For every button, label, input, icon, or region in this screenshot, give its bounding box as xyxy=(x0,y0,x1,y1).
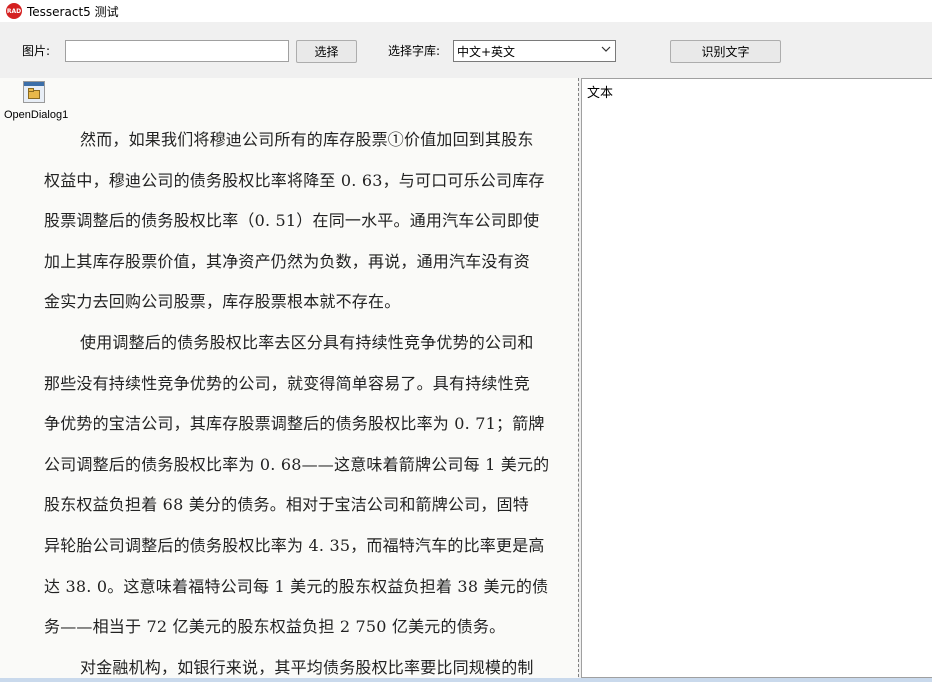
page-line: 达 38. 0。这意味着福特公司每 1 美元的股东权益负担着 38 美元的债 xyxy=(44,576,549,596)
chevron-down-icon xyxy=(601,46,611,52)
page-line: 公司调整后的债务股权比率为 0. 68——这意味着箭牌公司每 1 美元的 xyxy=(44,454,550,474)
page-line: 那些没有持续性竞争优势的公司，就变得简单容易了。具有持续性竞 xyxy=(44,373,531,393)
language-selected-value: 中文+英文 xyxy=(457,44,516,59)
toolbar: 图片: 选择 选择字库: 中文+英文 识别文字 xyxy=(0,22,932,78)
result-text-memo[interactable]: 文本 xyxy=(581,78,932,678)
main-window: RAD Tesseract5 测试 图片: 选择 选择字库: 中文+英文 识别文… xyxy=(0,0,932,682)
bottom-border xyxy=(0,678,932,682)
window-title: Tesseract5 测试 xyxy=(27,4,119,19)
recognize-text-button[interactable]: 识别文字 xyxy=(670,40,781,63)
language-label: 选择字库: xyxy=(388,44,441,58)
title-bar: RAD Tesseract5 测试 xyxy=(0,0,932,22)
page-line: 异轮胎公司调整后的债务股权比率为 4. 35，而福特汽车的比率更是高 xyxy=(44,535,545,555)
open-dialog-icon[interactable] xyxy=(23,81,45,103)
page-line: 股东权益负担着 68 美分的债务。相对于宝洁公司和箭牌公司，固特 xyxy=(44,495,529,515)
page-line: 争优势的宝洁公司，其库存股票调整后的债务股权比率为 0. 71；箭牌 xyxy=(44,414,545,434)
image-path-input[interactable] xyxy=(65,40,289,62)
choose-image-button[interactable]: 选择 xyxy=(296,40,357,63)
image-label: 图片: xyxy=(22,44,51,58)
page-line: 对金融机构，如银行来说，其平均债务股权比率要比同规模的制 xyxy=(80,657,534,677)
page-line: 权益中，穆迪公司的债务股权比率将降至 0. 63，与可口可乐公司库存 xyxy=(44,170,545,190)
page-line: 使用调整后的债务股权比率去区分具有持续性竞争优势的公司和 xyxy=(80,332,534,352)
page-line: 加上其库存股票价值，其净资产仍然为负数，再说，通用汽车没有资 xyxy=(44,251,531,271)
page-line: 金实力去回购公司股票，库存股票根本就不存在。 xyxy=(44,292,401,312)
rad-app-icon: RAD xyxy=(6,3,22,19)
image-preview-pane: OpenDialog1 然而，如果我们将穆迪公司所有的库存股票①价值加回到其股东… xyxy=(0,78,578,682)
page-line: 股票调整后的债务股权比率（0. 51）在同一水平。通用汽车公司即使 xyxy=(44,211,540,231)
page-line: 然而，如果我们将穆迪公司所有的库存股票①价值加回到其股东 xyxy=(80,130,534,149)
scanned-page-text: 然而，如果我们将穆迪公司所有的库存股票①价值加回到其股东 权益中，穆迪公司的债务… xyxy=(44,120,568,682)
language-select[interactable]: 中文+英文 xyxy=(453,40,616,62)
page-line: 务——相当于 72 亿美元的股东权益负担 2 750 亿美元的债务。 xyxy=(44,617,506,637)
